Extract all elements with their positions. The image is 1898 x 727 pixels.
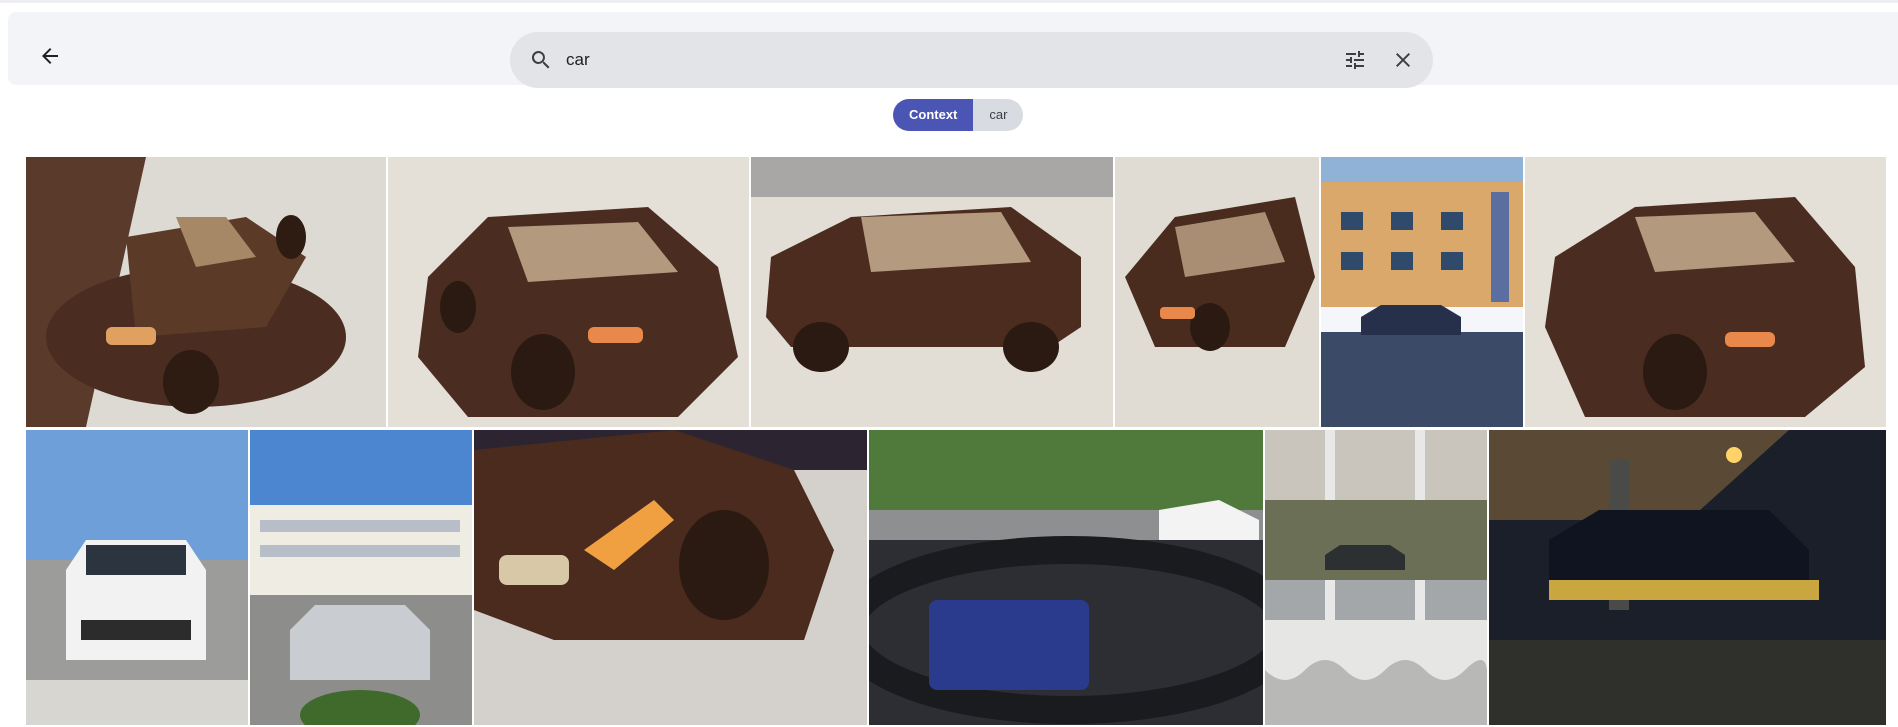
result-thumbnail[interactable]	[250, 430, 472, 725]
result-thumbnail[interactable]	[1525, 157, 1886, 427]
result-thumbnail[interactable]	[869, 430, 1263, 725]
search-header	[8, 12, 1898, 88]
result-thumbnail[interactable]	[26, 430, 248, 725]
search-icon	[531, 51, 550, 69]
result-thumbnail[interactable]	[1321, 157, 1523, 427]
search-input[interactable]	[566, 42, 1326, 78]
search-bar	[510, 32, 1433, 88]
top-divider	[0, 0, 1898, 3]
arrow-back-icon	[42, 48, 58, 64]
chip-car[interactable]: car	[973, 99, 1024, 131]
result-thumbnail[interactable]	[1265, 430, 1487, 725]
result-thumbnail[interactable]	[388, 157, 749, 427]
result-thumbnail[interactable]	[26, 157, 386, 427]
result-thumbnail[interactable]	[1115, 157, 1319, 427]
chip-context[interactable]: Context	[893, 99, 974, 131]
result-thumbnail[interactable]	[474, 430, 867, 725]
back-button[interactable]	[30, 36, 70, 76]
result-thumbnail[interactable]	[751, 157, 1113, 427]
close-icon[interactable]	[1391, 48, 1415, 72]
tune-icon[interactable]	[1343, 48, 1367, 72]
filter-chips: Context car	[893, 99, 1024, 131]
result-thumbnail[interactable]	[1489, 430, 1886, 725]
